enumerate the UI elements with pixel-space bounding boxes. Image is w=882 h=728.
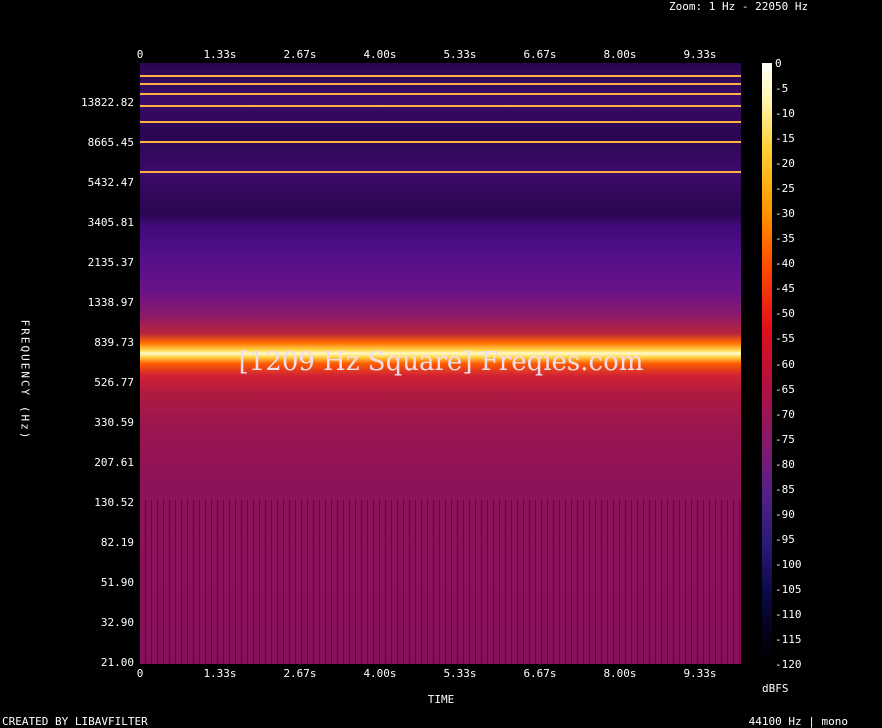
- colorbar-tick-label: -105: [775, 582, 802, 596]
- y-tick-label: 207.61: [94, 456, 134, 469]
- x-tick-label: 6.67s: [523, 48, 557, 61]
- created-by-label: CREATED BY LIBAVFILTER: [2, 715, 148, 728]
- colorbar-tick-label: -95: [775, 532, 795, 546]
- colorbar-tick-label: -30: [775, 207, 795, 221]
- x-tick-label: 8.00s: [603, 667, 637, 680]
- colorbar-tick-label: -75: [775, 432, 795, 446]
- colorbar-tick-label: 0: [775, 57, 782, 70]
- colorbar-tick-label: -120: [775, 658, 802, 671]
- colorbar-tick-label: -20: [775, 157, 795, 171]
- colorbar-tick-label: -70: [775, 407, 795, 421]
- colorbar-tick-label: -10: [775, 107, 795, 121]
- y-tick-label: 3405.81: [87, 216, 134, 229]
- colorbar-tick-label: -100: [775, 557, 802, 571]
- x-tick-label: 0: [136, 48, 144, 61]
- colorbar-unit-label: dBFS: [762, 682, 789, 695]
- colorbar-tick-label: -80: [775, 457, 795, 471]
- colorbar-tick-label: -110: [775, 607, 802, 621]
- harmonic-line: [140, 171, 741, 174]
- colorbar-tick-label: -40: [775, 257, 795, 271]
- x-tick-label: 4.00s: [363, 667, 397, 680]
- colorbar-tick-label: -60: [775, 357, 795, 371]
- colorbar-tick-label: -90: [775, 507, 795, 521]
- harmonic-line: [140, 74, 741, 77]
- watermark-text: [1209 Hz Square] Freqies.com: [238, 347, 644, 377]
- x-tick-label: 1.33s: [203, 48, 237, 61]
- harmonic-line: [140, 120, 741, 123]
- x-tick-label: 8.00s: [603, 48, 637, 61]
- y-tick-label: 1338.97: [87, 296, 134, 309]
- harmonic-line: [140, 105, 741, 108]
- harmonic-line: [140, 140, 741, 143]
- x-tick-label: 5.33s: [443, 48, 477, 61]
- colorbar-tick-label: -25: [775, 182, 795, 196]
- x-tick-label: 9.33s: [683, 48, 717, 61]
- x-tick-label: 2.67s: [283, 48, 317, 61]
- y-axis-title: FREQUENCY (Hz): [18, 319, 32, 441]
- y-tick-label: 5432.47: [87, 176, 134, 189]
- x-tick-label: 2.67s: [283, 667, 317, 680]
- colorbar-tick-label: -45: [775, 282, 795, 296]
- sample-format-label: 44100 Hz | mono: [748, 715, 848, 728]
- x-tick-label: 0: [136, 667, 144, 680]
- colorbar-tick-label: -115: [775, 632, 802, 646]
- y-tick-label: 82.19: [100, 536, 134, 549]
- colorbar-tick-label: -35: [775, 232, 795, 246]
- x-axis-title: TIME: [427, 693, 455, 706]
- y-tick-label: 130.52: [94, 496, 134, 509]
- y-tick-label: 2135.37: [87, 256, 134, 269]
- colorbar-tick-label: -50: [775, 307, 795, 321]
- x-tick-label: 6.67s: [523, 667, 557, 680]
- x-tick-label: 9.33s: [683, 667, 717, 680]
- y-tick-label: 32.90: [100, 616, 134, 629]
- y-tick-label: 21.00: [100, 656, 134, 669]
- y-tick-label: 51.90: [100, 576, 134, 589]
- y-tick-label: 8665.45: [87, 136, 134, 149]
- zoom-readout: Zoom: 1 Hz - 22050 Hz: [669, 0, 809, 13]
- colorbar: [762, 63, 772, 664]
- time-stripe-texture: [140, 500, 741, 664]
- colorbar-tick-label: -55: [775, 332, 795, 346]
- colorbar-tick-label: -85: [775, 482, 795, 496]
- harmonic-line: [140, 93, 741, 96]
- colorbar-tick-label: -15: [775, 132, 795, 146]
- x-tick-label: 4.00s: [363, 48, 397, 61]
- colorbar-tick-label: -65: [775, 382, 795, 396]
- y-tick-label: 13822.82: [81, 96, 134, 109]
- harmonic-line: [140, 83, 741, 86]
- x-tick-label: 1.33s: [203, 667, 237, 680]
- x-tick-label: 5.33s: [443, 667, 477, 680]
- colorbar-tick-label: -5: [775, 82, 789, 96]
